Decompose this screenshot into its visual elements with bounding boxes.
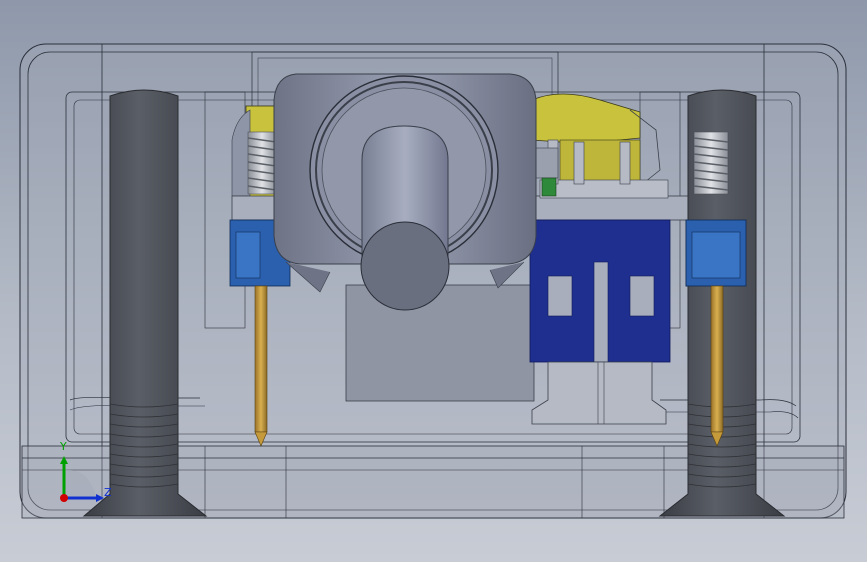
orientation-triad: Y Z <box>52 440 122 510</box>
cad-viewport[interactable]: Y Z <box>0 0 867 562</box>
z-axis-label: Z <box>104 486 112 499</box>
pin-left[interactable] <box>254 285 268 447</box>
navy-connector[interactable] <box>529 219 671 425</box>
cad-model-view[interactable] <box>0 0 867 562</box>
knob-shaft[interactable] <box>360 125 450 311</box>
switch-body-block[interactable] <box>345 284 535 402</box>
spring-left[interactable] <box>247 131 277 195</box>
y-axis-label: Y <box>60 440 67 453</box>
